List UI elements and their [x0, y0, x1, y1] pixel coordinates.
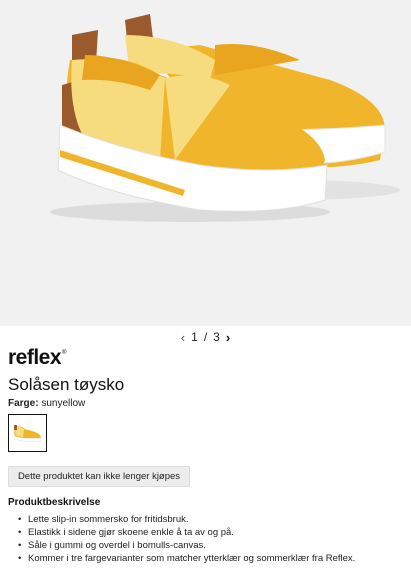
shoe-thumbnail-icon	[13, 425, 42, 442]
shoe-image	[50, 14, 400, 222]
list-item: Elastikk i sidene gjør skoene enkle å ta…	[18, 526, 355, 539]
pager-separator: /	[203, 330, 208, 344]
brand-name: reflex	[8, 346, 62, 369]
unavailable-button[interactable]: Dette produktet kan ikke lenger kjøpes	[8, 466, 190, 487]
product-image[interactable]	[0, 0, 411, 326]
list-item: Såle i gummi og overdel i bomulls-canvas…	[18, 539, 355, 552]
color-swatch-sunyellow[interactable]	[8, 414, 47, 452]
registered-mark: ®	[62, 350, 66, 356]
color-label: Farge:	[8, 398, 39, 409]
color-info: Farge: sunyellow	[8, 398, 85, 409]
product-title: Solåsen tøysko	[8, 375, 125, 394]
color-value: sunyellow	[41, 398, 86, 409]
pager-current: 1	[191, 330, 198, 344]
list-item: Kommer i tre fargevarianter som matcher …	[18, 552, 355, 565]
list-item: Lette slip-in sommersko for fritidsbruk.	[18, 513, 355, 526]
description-heading: Produktbeskrivelse	[8, 497, 101, 508]
pager-total: 3	[213, 330, 220, 344]
image-pager: ‹ 1 / 3 ›	[0, 326, 411, 348]
chevron-right-icon[interactable]: ›	[226, 331, 230, 344]
chevron-left-icon[interactable]: ‹	[181, 331, 185, 344]
description-list: Lette slip-in sommersko for fritidsbruk.…	[18, 513, 355, 565]
brand-logo[interactable]: reflex®	[8, 346, 66, 370]
